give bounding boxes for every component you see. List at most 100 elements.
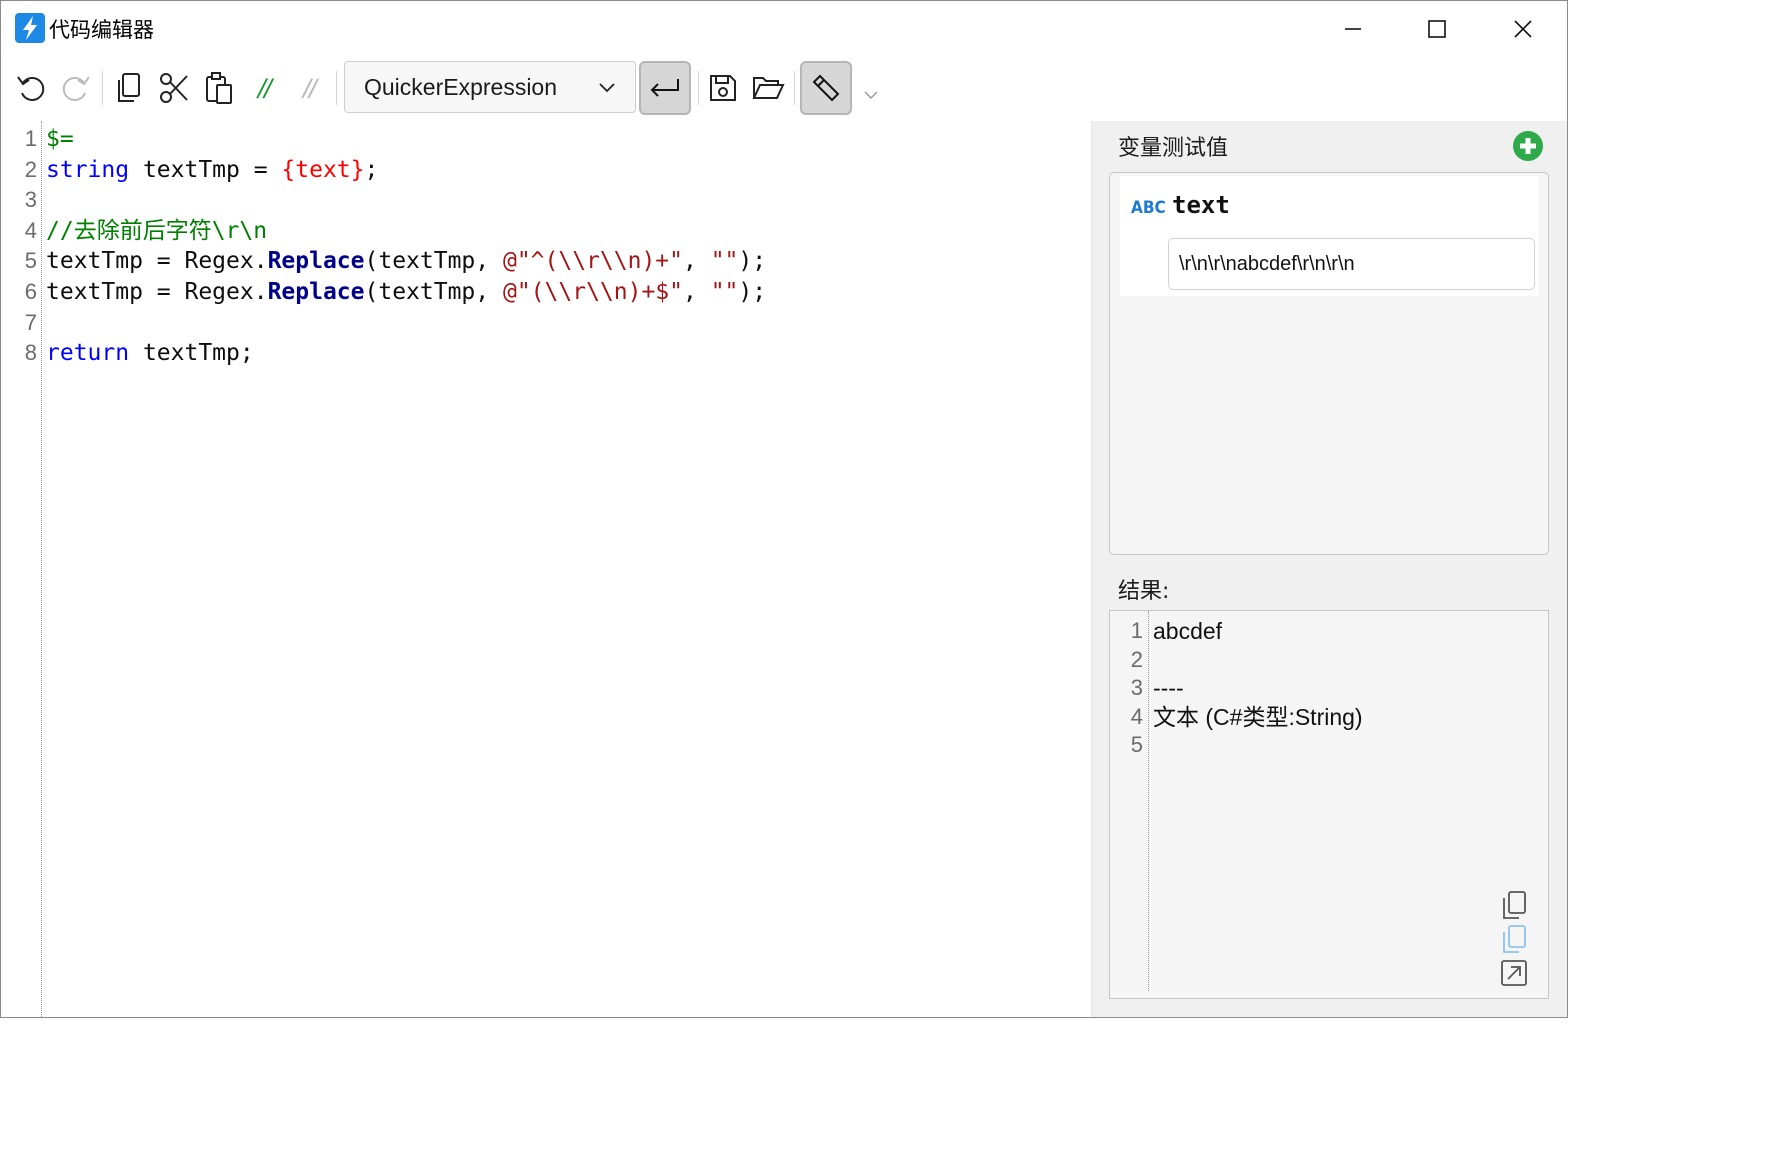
copy-button[interactable] [109, 65, 149, 111]
code-token: textTmp = [129, 156, 282, 183]
line-number-gutter-divider [41, 121, 42, 1017]
variables-list: ABC text \r\n\r\nabcdef\r\n\r\n [1109, 172, 1549, 555]
code-token: textTmp = Regex. [46, 278, 268, 305]
close-button[interactable] [1480, 1, 1566, 57]
code-text: return textTmp; [46, 338, 254, 369]
test-mode-toggle[interactable] [800, 61, 852, 115]
result-line-number: 2 [1130, 646, 1143, 672]
result-line-number: 4 [1130, 703, 1143, 729]
code-token: return [46, 340, 130, 367]
chevron-down-icon [599, 83, 615, 93]
code-token: {text} [281, 156, 365, 183]
open-button[interactable] [748, 65, 788, 111]
open-external-button[interactable] [1498, 957, 1530, 989]
toolbar-separator [794, 71, 795, 105]
undo-button[interactable] [11, 65, 51, 111]
window-title: 代码编辑器 [49, 18, 154, 42]
variable-name: text [1172, 191, 1230, 219]
string-type-tag: ABC [1131, 198, 1166, 218]
code-token: "" [710, 278, 739, 305]
code-token: @"^(\\r\\n)+" [502, 248, 683, 275]
toolbar-separator [336, 71, 337, 105]
variables-section-title: 变量测试值 [1118, 136, 1229, 161]
minimize-icon [1345, 28, 1361, 30]
code-token: ); [738, 278, 767, 305]
uncomment-button[interactable]: // [289, 65, 329, 111]
line-number: 2 [24, 156, 37, 182]
toolbar: // // QuickerExpression [1, 57, 1567, 119]
save-icon [710, 75, 736, 101]
code-token: $= [46, 126, 74, 152]
toolbar-separator [102, 71, 103, 105]
toolbar-separator [698, 71, 699, 105]
code-text: textTmp = Regex.Replace(textTmp, @"^(\\r… [46, 246, 766, 277]
line-number: 3 [24, 187, 37, 213]
copy-icon [118, 73, 140, 102]
folder-open-icon [752, 77, 785, 99]
code-token: //去除前后字符\r\n [46, 217, 268, 244]
enter-arrow-icon [650, 79, 679, 97]
undo-icon [17, 76, 45, 101]
app-logo-icon [15, 13, 45, 43]
code-token: (textTmp, [364, 248, 503, 275]
line-number: 7 [24, 309, 37, 335]
add-variable-button[interactable] [1512, 130, 1544, 162]
variable-item: ABC text \r\n\r\nabcdef\r\n\r\n [1120, 176, 1539, 296]
code-token: Replace [267, 278, 365, 305]
scissors-icon [160, 73, 188, 103]
language-select-value: QuickerExpression [364, 73, 558, 100]
copy-icon [1503, 891, 1526, 919]
external-link-icon [1501, 960, 1527, 986]
line-number: 4 [24, 217, 37, 243]
save-button[interactable] [703, 65, 743, 111]
maximize-button[interactable] [1394, 1, 1480, 57]
close-icon [1514, 20, 1532, 38]
maximize-icon [1428, 20, 1446, 38]
redo-icon [62, 76, 90, 101]
line-number: 1 [24, 126, 37, 151]
line-number: 5 [24, 248, 37, 274]
code-editor[interactable]: 1 $= 2 string textTmp = {text}; 3 4 //去除前后字符\r… [1, 121, 1091, 1017]
code-token: @"(\\r\\n)+$" [502, 278, 683, 305]
comment-button[interactable]: // [244, 65, 284, 111]
copy-raw-result-button[interactable] [1498, 923, 1530, 955]
code-token: , [683, 278, 711, 305]
code-token: ; [364, 156, 379, 183]
tag-icon [812, 74, 840, 102]
code-token: ); [738, 248, 767, 275]
copy-result-button[interactable] [1498, 889, 1530, 921]
minimize-button[interactable] [1310, 1, 1396, 57]
redo-button[interactable] [56, 65, 96, 111]
cut-button[interactable] [154, 65, 194, 111]
word-wrap-toggle[interactable] [639, 61, 691, 115]
code-token: (textTmp, [364, 278, 503, 305]
code-token: , [683, 248, 711, 275]
code-token: textTmp = Regex. [46, 248, 268, 275]
code-text: textTmp = Regex.Replace(textTmp, @"(\\r\… [46, 277, 766, 308]
toolbar-overflow-chevron-icon[interactable] [863, 89, 879, 101]
language-select[interactable]: QuickerExpression [344, 61, 636, 113]
code-text: //去除前后字符\r\n [46, 216, 267, 247]
line-number: 8 [24, 340, 37, 366]
paste-button[interactable] [199, 65, 239, 111]
result-line-number: 1 [1130, 618, 1143, 643]
code-token: string [46, 156, 130, 183]
copy-alt-icon [1503, 925, 1526, 953]
code-text: $= [46, 124, 74, 155]
result-gutter-divider [1148, 611, 1149, 991]
result-line-text: ---- [1153, 675, 1184, 701]
result-section-title: 结果: [1118, 579, 1170, 604]
variable-value-input[interactable]: \r\n\r\nabcdef\r\n\r\n [1168, 238, 1535, 290]
paste-icon [206, 72, 232, 104]
result-line-text: 文本 (C#类型:String) [1153, 703, 1363, 730]
code-token: Replace [267, 248, 365, 275]
code-token: textTmp; [129, 340, 254, 367]
title-bar: 代码编辑器 [1, 1, 1567, 57]
result-output[interactable]: 1 abcdef 2 3 ---- 4 文本 (C#类型:String) 5 [1109, 610, 1549, 999]
side-panel: 变量测试值 ABC text \r\n\r\nabcdef\r\n\r\n 结果… [1092, 121, 1567, 1017]
result-line-number: 3 [1130, 675, 1143, 700]
code-text: string textTmp = {text}; [46, 155, 378, 186]
plus-circle-icon [1513, 131, 1543, 161]
code-token: "" [710, 248, 739, 275]
code-editor-window: 代码编辑器 // // QuickerExpression 1 $= 2 str… [0, 0, 1568, 1018]
